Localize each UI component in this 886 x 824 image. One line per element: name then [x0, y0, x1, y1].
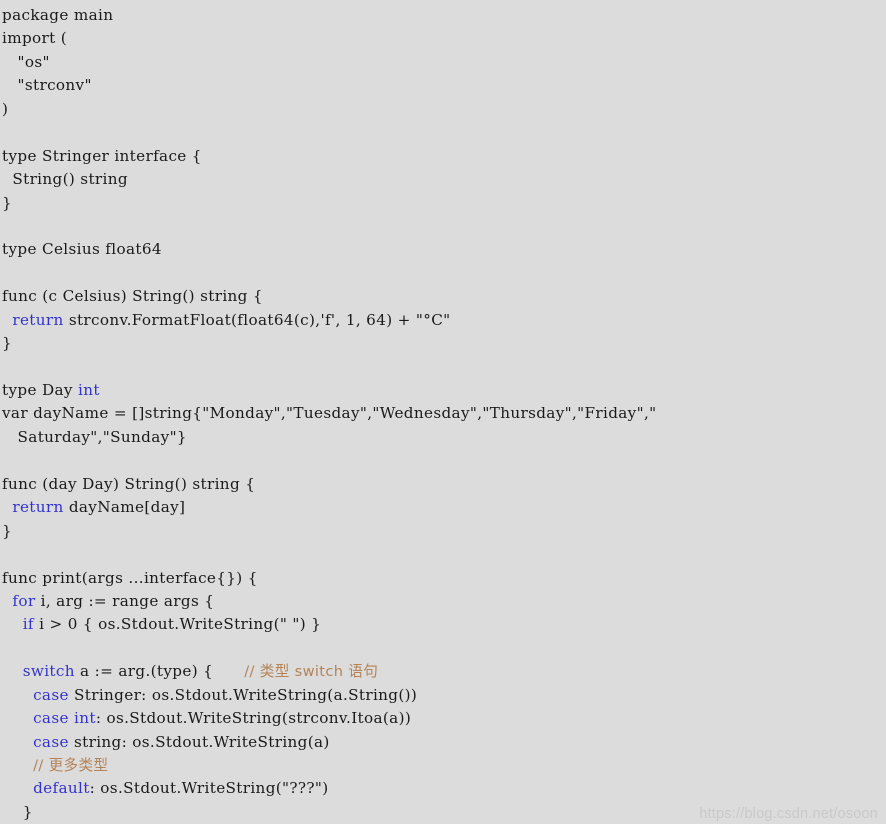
code-keyword: int [78, 381, 100, 399]
code-text: } [2, 802, 33, 821]
code-line: "os" [2, 51, 886, 74]
code-line: func (c Celsius) String() string { [2, 285, 886, 308]
code-line: type Celsius float64 [2, 238, 886, 261]
code-line: type Day int [2, 379, 886, 402]
code-keyword: int [74, 709, 96, 728]
code-keyword: case [33, 732, 69, 751]
code-text: ) [2, 99, 9, 118]
code-keyword: if [22, 615, 34, 634]
code-line: case int: os.Stdout.WriteString(strconv.… [2, 707, 886, 730]
code-text: type Celsius float64 [2, 240, 162, 259]
code-text: Saturday","Sunday"} [2, 427, 187, 446]
code-line: func (day Day) String() string { [2, 473, 886, 496]
code-text: package main [2, 6, 114, 24]
code-line: } [2, 332, 886, 355]
code-text: func (c Celsius) String() string { [2, 287, 263, 306]
code-line: } [2, 520, 886, 543]
code-text: "strconv" [2, 76, 92, 95]
code-text: type Day [2, 381, 79, 399]
code-text: i > 0 { os.Stdout.WriteString(" ") } [33, 615, 322, 634]
code-keyword: switch [22, 662, 75, 681]
code-keyword: default [33, 779, 90, 798]
code-line: case string: os.Stdout.WriteString(a) [2, 731, 886, 754]
code-text: : os.Stdout.WriteString("???") [89, 779, 329, 798]
code-line: func print(args ...interface{}) { [2, 567, 886, 590]
code-text: a := arg.(type) { [74, 662, 245, 681]
code-keyword: case [33, 709, 69, 728]
code-text: func (day Day) String() string { [2, 474, 256, 493]
code-text: var dayName = []string{"Monday","Tuesday… [2, 404, 657, 423]
code-line: "strconv" [2, 74, 886, 97]
code-text: strconv.FormatFloat(float64(c),'f', 1, 6… [63, 310, 451, 329]
code-line: import ( [2, 27, 886, 50]
code-line: case Stringer: os.Stdout.WriteString(a.S… [2, 684, 886, 707]
code-text: Stringer: os.Stdout.WriteString(a.String… [68, 685, 418, 704]
code-keyword: return [12, 310, 64, 329]
code-line: Saturday","Sunday"} [2, 426, 886, 449]
code-line: ) [2, 98, 886, 121]
code-text: i, arg := range args { [35, 591, 215, 610]
code-text: func print(args ...interface{}) { [2, 568, 258, 587]
code-text: dayName[day] [63, 498, 186, 517]
code-text: } [2, 193, 13, 212]
code-line: return strconv.FormatFloat(float64(c),'f… [2, 309, 886, 332]
code-line: return dayName[day] [2, 496, 886, 519]
code-text: } [2, 334, 13, 353]
code-comment: // 更多类型 [33, 757, 109, 774]
code-line: switch a := arg.(type) { // 类型 switch 语句 [2, 660, 886, 683]
code-comment: // 类型 switch 语句 [244, 663, 379, 681]
code-line: } [2, 192, 886, 215]
code-keyword: case [33, 685, 69, 704]
code-text: } [2, 521, 13, 540]
code-line: } [2, 801, 886, 824]
code-line: package main [2, 4, 886, 27]
code-line: if i > 0 { os.Stdout.WriteString(" ") } [2, 613, 886, 636]
code-line: var dayName = []string{"Monday","Tuesday… [2, 402, 886, 425]
code-keyword: return [12, 498, 64, 517]
code-line: String() string [2, 168, 886, 191]
code-line: for i, arg := range args { [2, 590, 886, 613]
code-line: // 更多类型 [2, 754, 886, 777]
code-text: String() string [2, 170, 128, 189]
code-text: : os.Stdout.WriteString(strconv.Itoa(a)) [95, 709, 412, 728]
code-text: type Stringer interface { [2, 146, 202, 165]
code-listing: package main import ( "os" "strconv") typ… [0, 0, 886, 824]
code-text: import ( [2, 29, 68, 48]
code-line: type Stringer interface { [2, 145, 886, 168]
code-keyword: for [12, 591, 36, 610]
code-text: "os" [2, 52, 50, 71]
code-line: default: os.Stdout.WriteString("???") [2, 777, 886, 800]
code-text: string: os.Stdout.WriteString(a) [68, 732, 330, 751]
